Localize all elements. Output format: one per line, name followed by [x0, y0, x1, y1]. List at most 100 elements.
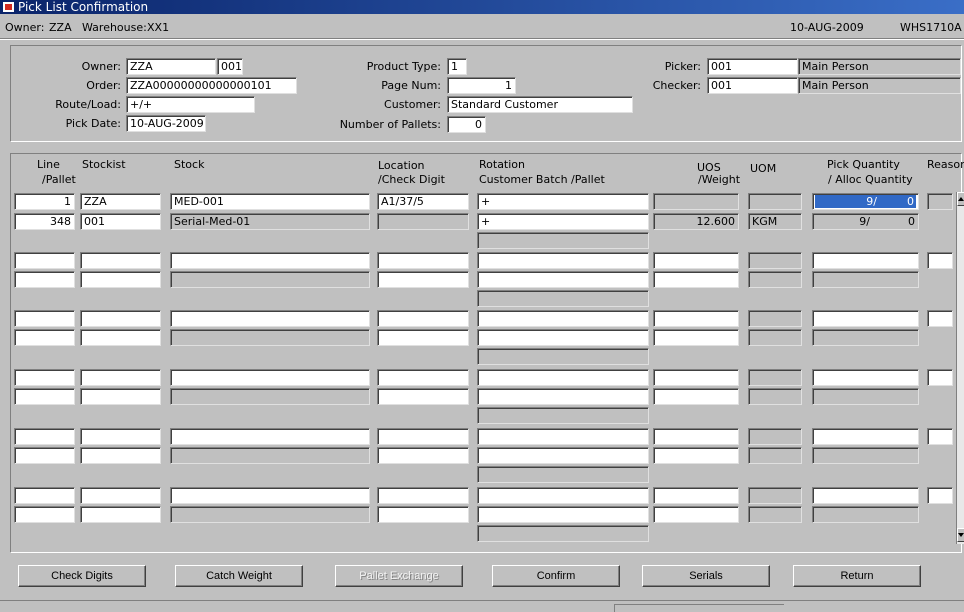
weight-field-empty[interactable] — [653, 388, 739, 405]
stockist-2-field-empty[interactable] — [80, 447, 161, 464]
pick-quantity-field-empty[interactable] — [812, 369, 919, 386]
customer-batch-field[interactable]: + — [477, 213, 649, 230]
reason-field-empty[interactable] — [927, 487, 953, 504]
pallet-field-empty[interactable] — [14, 329, 75, 346]
check-digit-field-empty[interactable] — [377, 506, 469, 523]
line-field-empty[interactable] — [14, 369, 75, 386]
reason-field[interactable] — [927, 193, 953, 210]
stock-field-empty[interactable] — [170, 310, 370, 327]
uos-field-empty[interactable] — [653, 369, 739, 386]
check-digit-field-empty[interactable] — [377, 329, 469, 346]
pick-quantity-field-empty[interactable] — [812, 428, 919, 445]
customer-batch-field-empty[interactable] — [477, 329, 649, 346]
route-load-field[interactable]: +/+ — [126, 96, 255, 113]
stockist-2-field-empty[interactable] — [80, 329, 161, 346]
weight-field-empty[interactable] — [653, 329, 739, 346]
line-field-empty[interactable] — [14, 487, 75, 504]
stock-field-empty[interactable] — [170, 428, 370, 445]
line-field[interactable]: 1 — [14, 193, 75, 210]
uos-field-empty[interactable] — [653, 252, 739, 269]
pallet-field-empty[interactable] — [14, 271, 75, 288]
app-icon[interactable] — [2, 1, 15, 13]
page-num-field[interactable]: 1 — [447, 77, 516, 94]
owner-field[interactable]: ZZA — [126, 58, 216, 75]
customer-batch-field-empty[interactable] — [477, 271, 649, 288]
reason-field-empty[interactable] — [927, 369, 953, 386]
return-button[interactable]: Return — [793, 565, 921, 587]
customer-batch-field-empty[interactable] — [477, 506, 649, 523]
info-screen-code: WHS1710A — [900, 21, 962, 34]
line-field-empty[interactable] — [14, 252, 75, 269]
rotation-field[interactable]: + — [477, 193, 649, 210]
stockist-field-empty[interactable] — [80, 369, 161, 386]
owner-code-field[interactable]: 001 — [217, 58, 243, 75]
vertical-scrollbar[interactable] — [956, 192, 964, 544]
confirm-button[interactable]: Confirm — [492, 565, 620, 587]
uos-field-empty[interactable] — [653, 428, 739, 445]
pick-date-field[interactable]: 10-AUG-2009 — [126, 115, 206, 132]
check-digits-button[interactable]: Check Digits — [18, 565, 146, 587]
serials-button[interactable]: Serials — [642, 565, 770, 587]
pallet-field-empty[interactable] — [14, 447, 75, 464]
pallet-field-empty[interactable] — [14, 388, 75, 405]
stock-2-field-empty — [170, 506, 370, 523]
stockist-field-empty[interactable] — [80, 252, 161, 269]
line-field-empty[interactable] — [14, 310, 75, 327]
customer-field[interactable]: Standard Customer — [447, 96, 633, 113]
scroll-down-button[interactable] — [957, 528, 964, 542]
uos-field-empty[interactable] — [653, 310, 739, 327]
stockist-2-field-empty[interactable] — [80, 506, 161, 523]
customer-batch-field-empty[interactable] — [477, 388, 649, 405]
checker-code-field[interactable]: 001 — [707, 77, 798, 94]
picker-code-field[interactable]: 001 — [707, 58, 798, 75]
pallet-field[interactable]: 348 — [14, 213, 75, 230]
location-field-empty[interactable] — [377, 487, 469, 504]
stockist-field-empty[interactable] — [80, 428, 161, 445]
product-type-field[interactable]: 1 — [447, 58, 467, 75]
reason-field-empty[interactable] — [927, 310, 953, 327]
location-field-empty[interactable] — [377, 428, 469, 445]
stockist-2-field[interactable]: 001 — [80, 213, 161, 230]
location-field-empty[interactable] — [377, 252, 469, 269]
line-field-empty[interactable] — [14, 428, 75, 445]
pick-alloc-quantity-field[interactable]: 9/0 — [812, 193, 919, 210]
stock-field-empty[interactable] — [170, 252, 370, 269]
rotation-field-empty[interactable] — [477, 428, 649, 445]
scroll-up-button[interactable] — [957, 192, 964, 206]
customer-batch-field-empty[interactable] — [477, 447, 649, 464]
reason-field-empty[interactable] — [927, 252, 953, 269]
weight-field-empty[interactable] — [653, 447, 739, 464]
uos-field-empty[interactable] — [653, 487, 739, 504]
pallet-field-empty[interactable] — [14, 506, 75, 523]
pallets-field[interactable]: 0 — [447, 116, 486, 133]
stockist-field-empty[interactable] — [80, 487, 161, 504]
pick-quantity-field-empty[interactable] — [812, 487, 919, 504]
check-digit-field-empty[interactable] — [377, 447, 469, 464]
location-field-empty[interactable] — [377, 369, 469, 386]
check-digit-field-empty[interactable] — [377, 388, 469, 405]
pick-quantity-field-empty[interactable] — [812, 252, 919, 269]
check-digit-field-empty[interactable] — [377, 271, 469, 288]
location-field-empty[interactable] — [377, 310, 469, 327]
stockist-2-field-empty[interactable] — [80, 271, 161, 288]
weight-field-empty[interactable] — [653, 506, 739, 523]
stock-field-empty[interactable] — [170, 487, 370, 504]
stock-field-empty[interactable] — [170, 369, 370, 386]
stockist-field[interactable]: ZZA — [80, 193, 161, 210]
status-strip — [0, 600, 964, 612]
rotation-field-empty[interactable] — [477, 252, 649, 269]
stockist-field-empty[interactable] — [80, 310, 161, 327]
rotation-field-empty[interactable] — [477, 310, 649, 327]
weight-field-empty[interactable] — [653, 271, 739, 288]
pallet-exchange-button[interactable]: Pallet Exchange — [335, 565, 463, 587]
stock-field[interactable]: MED-001 — [170, 193, 370, 210]
pick-quantity-field-empty[interactable] — [812, 310, 919, 327]
location-field[interactable]: A1/37/5 — [377, 193, 469, 210]
stockist-2-field-empty[interactable] — [80, 388, 161, 405]
uom-2-field: KGM — [748, 213, 802, 230]
rotation-field-empty[interactable] — [477, 487, 649, 504]
rotation-field-empty[interactable] — [477, 369, 649, 386]
catch-weight-button[interactable]: Catch Weight — [175, 565, 303, 587]
order-field[interactable]: ZZA00000000000000101 — [126, 77, 297, 94]
reason-field-empty[interactable] — [927, 428, 953, 445]
